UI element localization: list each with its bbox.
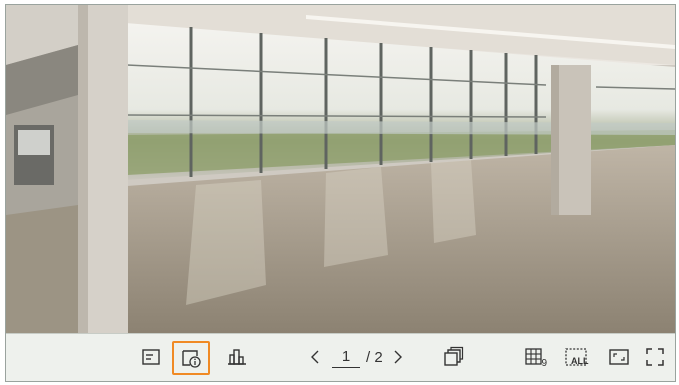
next-page-button[interactable]: [387, 342, 409, 372]
split-layout-button[interactable]: 9: [520, 342, 554, 372]
all-channels-icon: ALL: [565, 348, 589, 366]
sequence-button[interactable]: [438, 342, 468, 372]
split-count-label: 9: [542, 358, 548, 368]
camera-live-view[interactable]: [6, 5, 675, 333]
current-page-input[interactable]: 1: [332, 347, 360, 368]
total-pages: / 2: [366, 348, 383, 366]
statistics-button[interactable]: [222, 342, 252, 372]
fullscreen-button[interactable]: [640, 342, 670, 372]
aspect-fit-button[interactable]: [604, 342, 634, 372]
chevron-left-icon: [311, 350, 319, 364]
channel-info-icon: [182, 350, 201, 368]
chevron-right-icon: [394, 350, 402, 364]
channel-info-button[interactable]: [172, 341, 210, 375]
list-icon: [142, 349, 160, 365]
prev-page-button[interactable]: [304, 342, 326, 372]
stacked-pages-icon: [444, 346, 464, 366]
aspect-fit-icon: [609, 349, 629, 365]
event-list-button[interactable]: [136, 342, 166, 372]
grid-split-icon: 9: [525, 348, 548, 368]
all-label: ALL: [571, 356, 589, 366]
bar-chart-icon: [228, 349, 246, 365]
camera-scene-image: [6, 5, 675, 333]
fullscreen-icon: [646, 348, 664, 366]
page-navigator: 1 / 2: [304, 342, 409, 372]
bottom-toolbar: 1 / 2 9 ALL: [6, 333, 675, 381]
monitor-frame: 1 / 2 9 ALL: [5, 4, 676, 382]
all-channels-button[interactable]: ALL: [560, 342, 594, 372]
